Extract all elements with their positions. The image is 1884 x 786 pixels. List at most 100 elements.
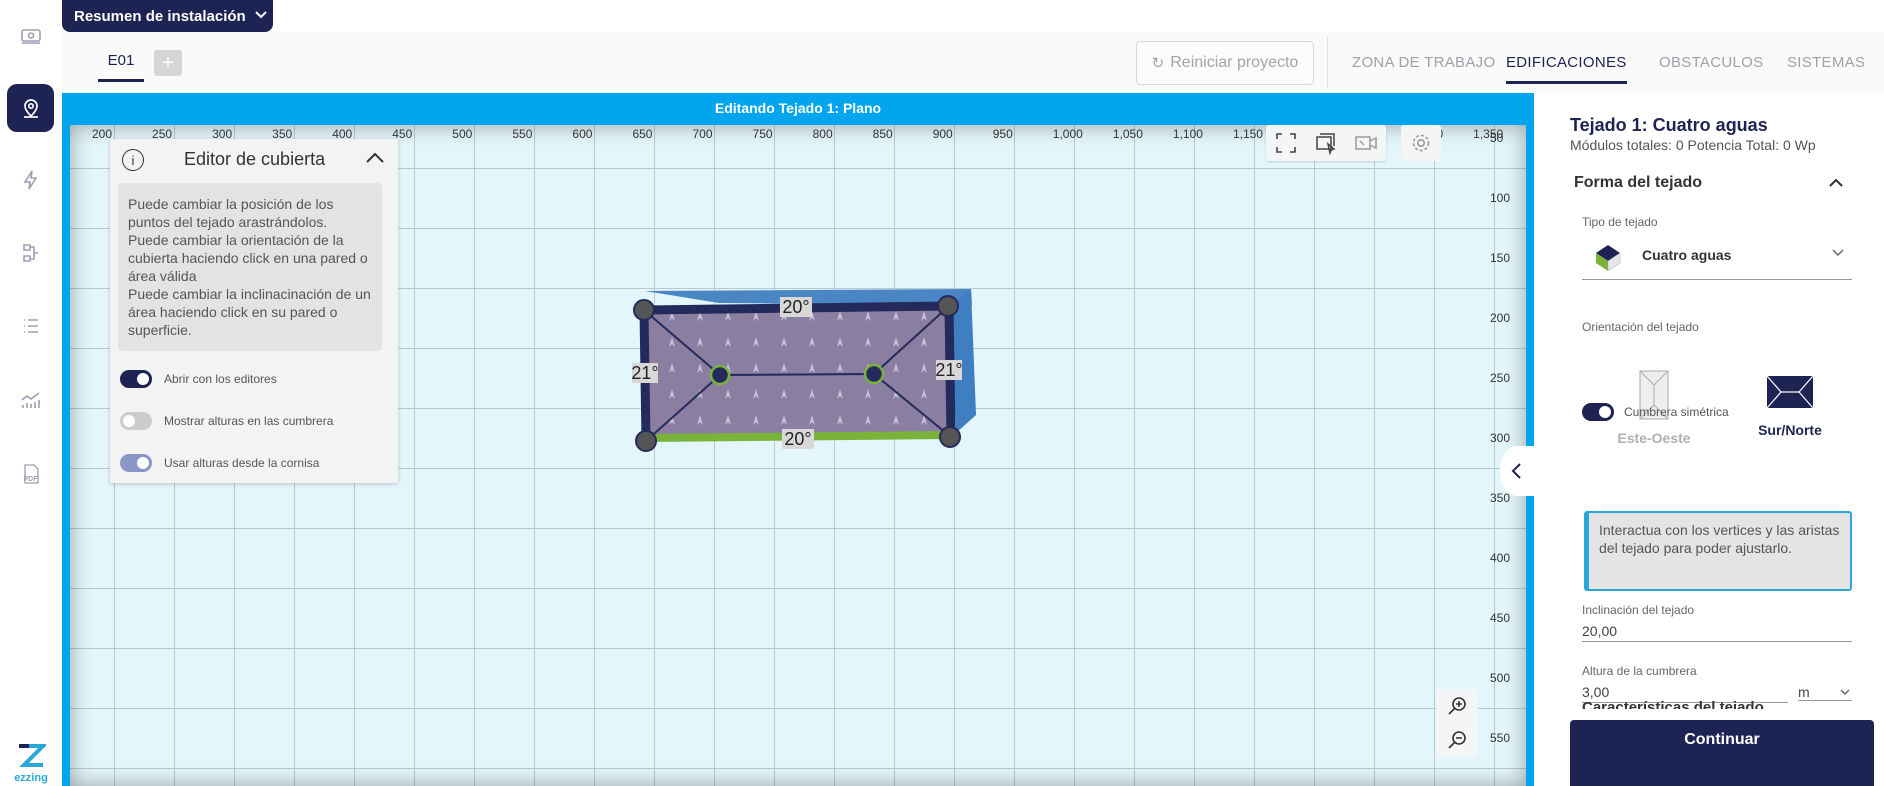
tab-work-zone[interactable]: ZONA DE TRABAJO bbox=[1352, 54, 1495, 71]
orientation-label: Orientación del tejado bbox=[1582, 320, 1699, 334]
canvas-title: Editando Tejado 1: Plano bbox=[714, 100, 882, 116]
fullscreen-icon bbox=[1276, 133, 1296, 153]
use-heights-label: Usar alturas desde la cornisa bbox=[164, 456, 320, 470]
ridge-unit-value: m bbox=[1798, 684, 1810, 700]
open-editors-toggle[interactable] bbox=[120, 370, 152, 388]
chevron-down-icon bbox=[1832, 245, 1844, 260]
sidebar-item-pdf[interactable]: PDF bbox=[7, 450, 54, 498]
show-heights-toggle[interactable] bbox=[120, 412, 152, 430]
restart-project-button[interactable]: ↻ Reiniciar proyecto bbox=[1136, 41, 1314, 85]
hip-roof-icon bbox=[1596, 245, 1621, 272]
roof-type-value: Cuatro aguas bbox=[1642, 247, 1732, 263]
roof-ridge-line[interactable] bbox=[719, 373, 875, 376]
lightning-icon bbox=[23, 170, 37, 190]
tab-building-e01[interactable]: E01 bbox=[98, 52, 144, 82]
chevron-down-icon bbox=[1840, 689, 1850, 696]
chevron-down-icon bbox=[254, 9, 268, 23]
section-roof-shape[interactable]: Forma del tejado bbox=[1574, 174, 1702, 192]
roof-vertex[interactable] bbox=[635, 430, 657, 452]
list-icon bbox=[23, 319, 38, 333]
ridge-vertex[interactable] bbox=[709, 364, 731, 386]
help-line: Puede cambiar la orientación de la cubie… bbox=[128, 232, 368, 284]
info-icon[interactable]: i bbox=[122, 149, 144, 171]
continue-button[interactable]: Continuar bbox=[1570, 720, 1874, 786]
tab-obstacles[interactable]: OBSTACULOS bbox=[1659, 54, 1763, 71]
roof-properties-panel: Tejado 1: Cuatro aguas Módulos totales: … bbox=[1534, 93, 1884, 786]
symmetric-ridge-toggle[interactable] bbox=[1582, 403, 1614, 421]
help-line: Puede cambiar la inclinacinación de un á… bbox=[128, 286, 371, 338]
roof-vertex[interactable] bbox=[633, 299, 655, 321]
roof-editor-panel: i Editor de cubierta Puede cambiar la po… bbox=[110, 139, 398, 483]
roof-type-select[interactable]: Cuatro aguas bbox=[1582, 233, 1852, 280]
symmetric-ridge-label: Cumbrera simétrica bbox=[1624, 405, 1729, 419]
orientation-east-west-label: Este-Oeste bbox=[1617, 430, 1691, 446]
budget-icon bbox=[20, 29, 41, 44]
zoom-in-button[interactable] bbox=[1436, 689, 1478, 723]
installation-summary-dropdown[interactable]: Resumen de instalación bbox=[62, 0, 273, 32]
select-area-icon bbox=[1316, 133, 1336, 155]
zoom-out-icon bbox=[1448, 731, 1466, 749]
sidebar-item-list[interactable] bbox=[7, 302, 54, 350]
sidebar-item-energy[interactable] bbox=[7, 156, 54, 204]
section-collapse-button[interactable] bbox=[1826, 173, 1846, 193]
orientation-south-north[interactable]: Sur/Norte bbox=[1730, 375, 1850, 438]
angle-label-left: 21° bbox=[631, 363, 658, 383]
sidebar: PDF ezzing bbox=[0, 0, 63, 786]
canvas-tools bbox=[1266, 125, 1446, 161]
chevron-up-icon bbox=[1829, 178, 1843, 187]
angle-label-right: 21° bbox=[935, 360, 962, 380]
select-area-button[interactable] bbox=[1306, 125, 1346, 161]
editor-title: Editor de cubierta bbox=[184, 149, 326, 169]
divider bbox=[1327, 36, 1328, 88]
sidebar-item-chart[interactable] bbox=[7, 376, 54, 424]
roof-vertex[interactable] bbox=[937, 295, 959, 317]
summary-label: Resumen de instalación bbox=[74, 7, 246, 25]
diagram-icon bbox=[22, 244, 38, 262]
restart-label: Reiniciar proyecto bbox=[1170, 54, 1299, 71]
open-editors-label: Abrir con los editores bbox=[164, 372, 277, 386]
slope-label: Inclinación del tejado bbox=[1582, 603, 1695, 617]
zoom-out-button[interactable] bbox=[1436, 723, 1478, 757]
show-heights-label: Mostrar alturas en las cumbrera bbox=[164, 414, 334, 428]
camera-view-button[interactable] bbox=[1346, 125, 1386, 161]
gear-icon bbox=[1412, 134, 1430, 152]
hint-box: Interactua con los vertices y las arista… bbox=[1584, 511, 1852, 591]
canvas-frame: Editando Tejado 1: Plano 200 250 300 350 400… bbox=[62, 93, 1534, 786]
add-building-button[interactable]: + bbox=[154, 50, 182, 76]
south-north-orientation-icon bbox=[1766, 375, 1814, 409]
chevron-up-icon bbox=[366, 152, 384, 163]
video-camera-icon bbox=[1355, 136, 1377, 150]
panel-title: Tejado 1: Cuatro aguas bbox=[1570, 115, 1768, 135]
roof-vertex[interactable] bbox=[939, 426, 961, 448]
section-roof-characteristics[interactable]: Características del tejado bbox=[1582, 699, 1764, 709]
sidebar-item-diagram[interactable] bbox=[7, 229, 54, 277]
use-heights-toggle[interactable] bbox=[120, 454, 152, 472]
top-bar: E01 + ↻ Reiniciar proyecto ZONA DE TRABA… bbox=[62, 32, 1884, 92]
fullscreen-button[interactable] bbox=[1266, 125, 1306, 161]
ridge-unit-select[interactable]: m bbox=[1798, 684, 1852, 701]
chart-icon bbox=[21, 392, 40, 408]
slope-input[interactable]: 20,00 bbox=[1582, 623, 1852, 642]
sidebar-item-location[interactable] bbox=[7, 84, 54, 132]
roof-canvas[interactable]: 200 250 300 350 400 450 500 550 600 650 700 750 800 8… bbox=[70, 125, 1526, 786]
sidebar-item-budget[interactable] bbox=[7, 12, 54, 60]
angle-label-top: 20° bbox=[782, 297, 809, 317]
tab-systems[interactable]: SISTEMAS bbox=[1787, 54, 1865, 71]
pdf-label: PDF bbox=[23, 476, 38, 483]
tab-buildings[interactable]: EDIFICACIONES bbox=[1506, 54, 1627, 84]
settings-button[interactable] bbox=[1401, 125, 1441, 161]
chevron-left-icon bbox=[1511, 463, 1521, 479]
panel-subtitle: Módulos totales: 0 Potencia Total: 0 Wp bbox=[1570, 137, 1816, 153]
roof-type-label: Tipo de tejado bbox=[1582, 215, 1658, 229]
ezzing-logo: ezzing bbox=[8, 743, 54, 784]
ridge-height-label: Altura de la cumbrera bbox=[1582, 664, 1697, 678]
tool-group bbox=[1266, 125, 1386, 161]
collapse-editor-button[interactable] bbox=[364, 147, 386, 169]
zoom-controls bbox=[1436, 689, 1478, 757]
ridge-vertex[interactable] bbox=[863, 363, 885, 385]
orientation-south-north-label: Sur/Norte bbox=[1758, 422, 1822, 438]
refresh-icon: ↻ bbox=[1151, 55, 1165, 72]
logo-icon bbox=[19, 744, 48, 767]
angle-label-bottom: 20° bbox=[784, 429, 811, 449]
collapse-panel-button[interactable] bbox=[1500, 446, 1534, 496]
